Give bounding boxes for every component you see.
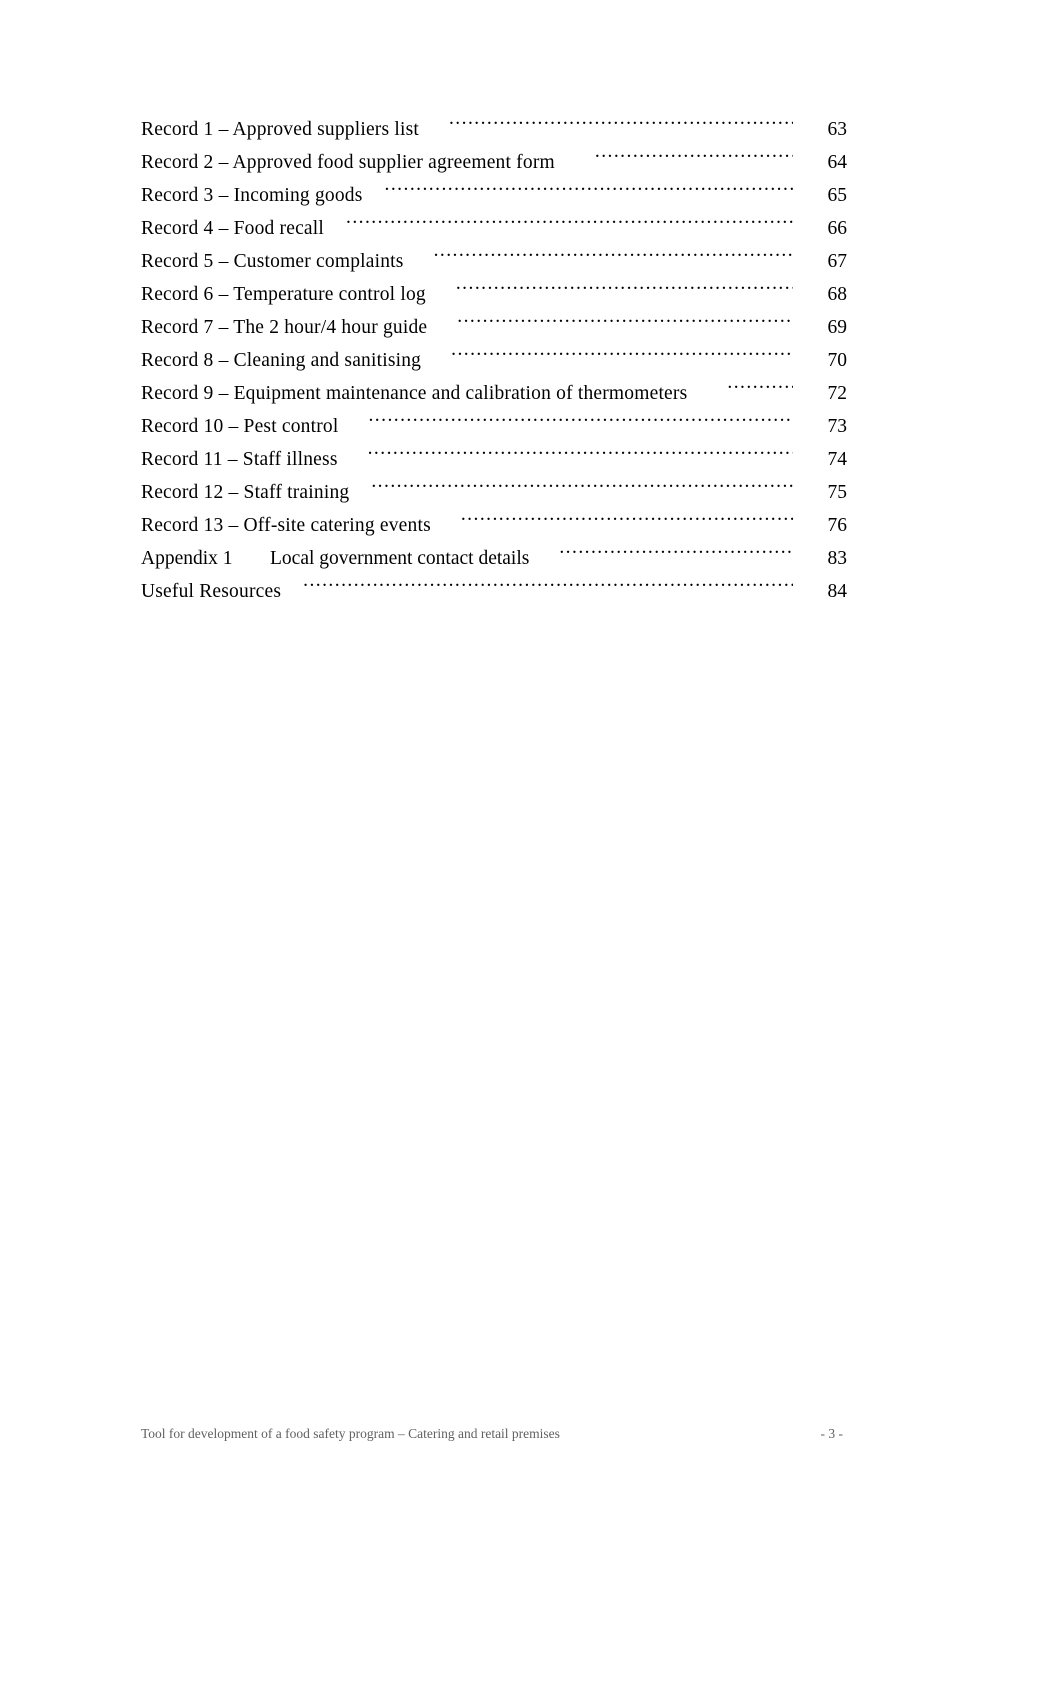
toc-entry-label: Record 7 – The 2 hour/4 hour guide: [141, 317, 428, 338]
toc-entry[interactable]: Record 3 – Incoming goods 65: [141, 179, 847, 212]
toc-entry[interactable]: Record 9 – Equipment maintenance and cal…: [141, 377, 847, 410]
toc-page-number: 84: [827, 581, 848, 602]
toc-entry-label: Record 5 – Customer complaints: [141, 251, 404, 272]
toc-page-number: 63: [827, 119, 848, 140]
toc-entry-label: Record 12 – Staff training: [141, 482, 350, 503]
toc-page-number: 74: [827, 449, 848, 470]
toc-entry[interactable]: Record 6 – Temperature control log 68: [141, 278, 847, 311]
toc-page-number: 75: [827, 482, 848, 503]
toc-dot-leader: [461, 512, 793, 532]
toc-entry[interactable]: Useful Resources 84: [141, 575, 847, 608]
toc-page-number: 73: [827, 416, 848, 437]
toc-page-number: 83: [827, 548, 848, 569]
toc-entry[interactable]: Record 1 – Approved suppliers list 63: [141, 113, 847, 146]
toc-entry[interactable]: Record 4 – Food recall 66: [141, 212, 847, 245]
toc-entry-label: Record 6 – Temperature control log: [141, 284, 426, 305]
toc-page-number: 69: [827, 317, 848, 338]
footer-page-number: - 3 -: [820, 1426, 844, 1441]
table-of-contents: Record 1 – Approved suppliers list 63 Re…: [141, 113, 847, 608]
toc-entry[interactable]: Record 8 – Cleaning and sanitising 70: [141, 344, 847, 377]
toc-appendix-number: Appendix 1: [141, 548, 233, 569]
toc-dot-leader: [368, 413, 793, 433]
toc-appendix-title: Local government contact details: [270, 548, 530, 569]
toc-entry-label: Record 13 – Off-site catering events: [141, 515, 431, 536]
toc-page-number: 67: [827, 251, 848, 272]
toc-entry[interactable]: Record 7 – The 2 hour/4 hour guide 69: [141, 311, 847, 344]
toc-page-number: 64: [827, 152, 848, 173]
toc-entry-label: Record 10 – Pest control: [141, 416, 339, 437]
toc-dot-leader: [559, 545, 793, 565]
toc-entry-label: Record 2 – Approved food supplier agreem…: [141, 152, 555, 173]
toc-entry-appendix[interactable]: Appendix 1 Local government contact deta…: [141, 542, 847, 575]
toc-page-number: 76: [827, 515, 848, 536]
toc-entry-label: Record 8 – Cleaning and sanitising: [141, 350, 422, 371]
toc-dot-leader: [449, 116, 793, 136]
toc-entry-label: Record 11 – Staff illness: [141, 449, 338, 470]
toc-dot-leader: [595, 149, 793, 169]
toc-page-number: 72: [827, 383, 848, 404]
toc-entry-label: Record 9 – Equipment maintenance and cal…: [141, 383, 688, 404]
toc-dot-leader: [451, 347, 793, 367]
toc-dot-leader: [303, 578, 793, 598]
toc-entry-label: Record 4 – Food recall: [141, 218, 324, 239]
toc-dot-leader: [457, 314, 793, 334]
document-page: Record 1 – Approved suppliers list 63 Re…: [0, 0, 1062, 1691]
toc-entry-label: Record 1 – Approved suppliers list: [141, 119, 419, 140]
toc-entry[interactable]: Record 11 – Staff illness 74: [141, 443, 847, 476]
toc-dot-leader: [371, 479, 793, 499]
toc-dot-leader: [385, 182, 793, 202]
toc-entry-label: Record 3 – Incoming goods: [141, 185, 363, 206]
toc-entry[interactable]: Record 5 – Customer complaints 67: [141, 245, 847, 278]
page-footer: Tool for development of a food safety pr…: [141, 1426, 847, 1442]
toc-entry[interactable]: Record 2 – Approved food supplier agreem…: [141, 146, 847, 179]
toc-entry[interactable]: Record 13 – Off-site catering events 76: [141, 509, 847, 542]
toc-page-number: 68: [827, 284, 848, 305]
toc-dot-leader: [368, 446, 793, 466]
toc-dot-leader: [727, 380, 793, 400]
toc-entry[interactable]: Record 10 – Pest control 73: [141, 410, 847, 443]
toc-entry-label: Useful Resources: [141, 581, 282, 602]
toc-page-number: 66: [827, 218, 848, 239]
toc-dot-leader: [434, 248, 793, 268]
toc-dot-leader: [346, 215, 793, 235]
toc-dot-leader: [456, 281, 793, 301]
toc-entry[interactable]: Record 12 – Staff training 75: [141, 476, 847, 509]
toc-page-number: 65: [827, 185, 848, 206]
toc-page-number: 70: [827, 350, 848, 371]
footer-document-title: Tool for development of a food safety pr…: [141, 1426, 560, 1441]
